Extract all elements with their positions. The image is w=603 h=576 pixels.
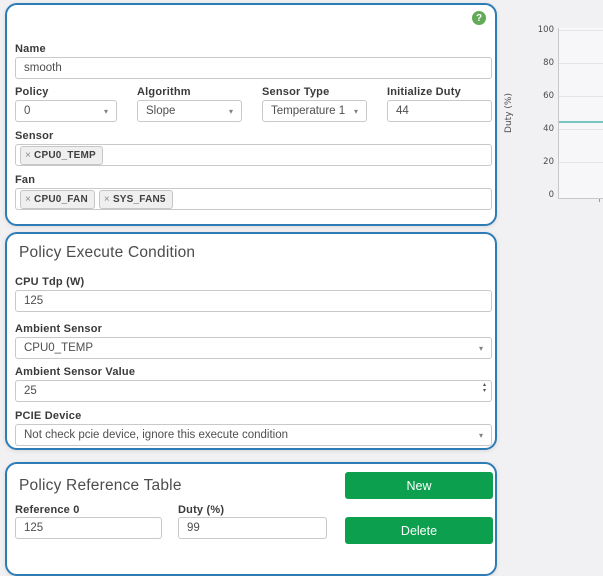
ambient-sensor-value: CPU0_TEMP <box>24 342 93 354</box>
cpu-tdp-value: 125 <box>24 295 43 307</box>
ambient-sensor-value-value: 25 <box>24 385 37 397</box>
sensor-tag-label: CPU0_TEMP <box>34 150 96 161</box>
gridline-20 <box>559 162 603 163</box>
fan-tag-label: CPU0_FAN <box>34 194 88 205</box>
sensor-type-value: Temperature 1 <box>271 105 345 117</box>
y-tick-60: 60 <box>528 91 554 101</box>
fan-tag: × CPU0_FAN <box>20 190 95 209</box>
chevron-down-icon: ▾ <box>479 344 483 353</box>
duty-chart-plot-area <box>558 28 603 199</box>
duty-pct-value: 99 <box>187 522 200 534</box>
y-tick-40: 40 <box>528 124 554 134</box>
tag-remove-icon[interactable]: × <box>25 150 31 161</box>
y-tick-80: 80 <box>528 58 554 68</box>
delete-button[interactable]: Delete <box>345 517 493 544</box>
y-tick-100: 100 <box>528 25 554 35</box>
chevron-down-icon: ▾ <box>104 107 108 116</box>
duty-pct-label: Duty (%) <box>178 504 224 516</box>
y-tick-0: 0 <box>528 190 554 200</box>
initialize-duty-line <box>559 121 603 123</box>
cpu-tdp-label: CPU Tdp (W) <box>15 276 84 288</box>
policy-value: 0 <box>24 105 30 117</box>
gridline-100 <box>559 30 603 31</box>
chevron-down-icon: ▾ <box>229 107 233 116</box>
chevron-down-icon: ▾ <box>479 431 483 440</box>
sensor-type-select[interactable]: Temperature 1 ▾ <box>262 100 367 122</box>
initialize-duty-value: 44 <box>396 105 409 117</box>
policy-form-card: ? Name smooth Policy 0 ▾ Algorithm Slope… <box>5 3 497 226</box>
algorithm-label: Algorithm <box>137 86 191 98</box>
sensor-label: Sensor <box>15 130 54 142</box>
pcie-device-label: PCIE Device <box>15 410 81 422</box>
name-label: Name <box>15 43 46 55</box>
policy-label: Policy <box>15 86 49 98</box>
reference-0-value: 125 <box>24 522 43 534</box>
ambient-sensor-value-label: Ambient Sensor Value <box>15 366 135 378</box>
chevron-down-icon: ▾ <box>354 107 358 116</box>
fan-label: Fan <box>15 174 35 186</box>
algorithm-value: Slope <box>146 105 175 117</box>
new-button[interactable]: New <box>345 472 493 499</box>
sensor-tags-input[interactable]: × CPU0_TEMP <box>15 144 492 166</box>
execute-condition-title: Policy Execute Condition <box>19 244 195 262</box>
name-value: smooth <box>24 62 62 74</box>
pcie-device-value: Not check pcie device, ignore this execu… <box>24 429 288 441</box>
duty-pct-input[interactable]: 99 <box>178 517 327 539</box>
ambient-sensor-value-input[interactable]: 25 ▴ ▾ <box>15 380 492 402</box>
gridline-60 <box>559 96 603 97</box>
gridline-40 <box>559 129 603 130</box>
pcie-device-select[interactable]: Not check pcie device, ignore this execu… <box>15 424 492 446</box>
initialize-duty-label: Initialize Duty <box>387 86 461 98</box>
x-axis-tick <box>599 199 600 202</box>
ambient-sensor-select[interactable]: CPU0_TEMP ▾ <box>15 337 492 359</box>
ambient-sensor-label: Ambient Sensor <box>15 323 102 335</box>
policy-select[interactable]: 0 ▾ <box>15 100 117 122</box>
reference-table-title: Policy Reference Table <box>19 477 182 495</box>
sensor-type-label: Sensor Type <box>262 86 329 98</box>
gridline-80 <box>559 63 603 64</box>
number-stepper[interactable]: ▴ ▾ <box>483 383 486 394</box>
help-icon[interactable]: ? <box>472 11 486 25</box>
fan-tag: × SYS_FAN5 <box>99 190 173 209</box>
reference-0-label: Reference 0 <box>15 504 80 516</box>
policy-execute-condition-card: Policy Execute Condition CPU Tdp (W) 125… <box>5 232 497 450</box>
policy-reference-table-card: Policy Reference Table New Reference 0 1… <box>5 462 497 576</box>
algorithm-select[interactable]: Slope ▾ <box>137 100 242 122</box>
sensor-tag: × CPU0_TEMP <box>20 146 103 165</box>
cpu-tdp-input[interactable]: 125 <box>15 290 492 312</box>
tag-remove-icon[interactable]: × <box>104 194 110 205</box>
fan-tags-input[interactable]: × CPU0_FAN × SYS_FAN5 <box>15 188 492 210</box>
initialize-duty-input[interactable]: 44 <box>387 100 492 122</box>
tag-remove-icon[interactable]: × <box>25 194 31 205</box>
fan-tag-label: SYS_FAN5 <box>113 194 166 205</box>
stepper-down-icon[interactable]: ▾ <box>483 389 486 395</box>
y-tick-20: 20 <box>528 157 554 167</box>
reference-0-input[interactable]: 125 <box>15 517 162 539</box>
name-input[interactable]: smooth <box>15 57 492 79</box>
